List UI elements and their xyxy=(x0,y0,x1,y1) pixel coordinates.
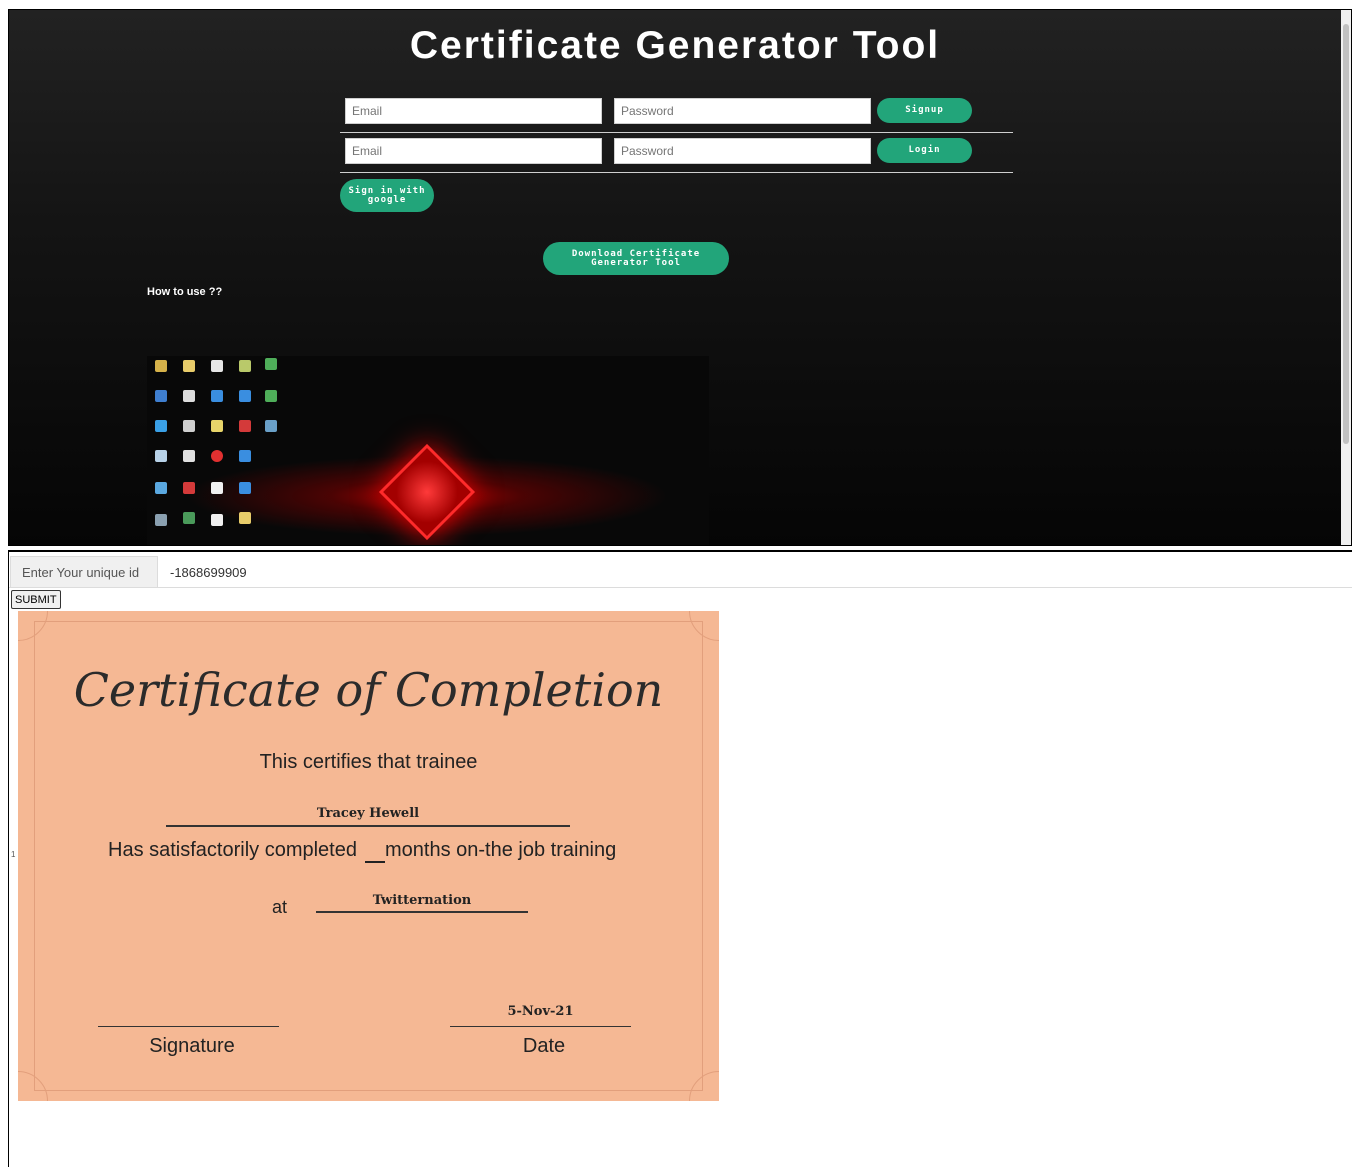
signature-label: Signature xyxy=(149,1035,235,1057)
file-icon xyxy=(211,360,223,372)
app-icon xyxy=(183,512,195,524)
download-tool-button[interactable]: Download Certificate Generator Tool xyxy=(543,242,729,275)
file-icon xyxy=(183,420,195,432)
pdf-icon xyxy=(239,420,251,432)
emblem-icon xyxy=(378,443,476,541)
login-email-input[interactable] xyxy=(345,138,602,164)
signup-button[interactable]: Signup xyxy=(877,98,972,123)
date-label: Date xyxy=(522,1035,566,1057)
at-label: at xyxy=(272,897,288,917)
login-button[interactable]: Login xyxy=(877,138,972,163)
file-icon xyxy=(239,450,251,462)
file-icon xyxy=(239,482,251,494)
folder-icon xyxy=(183,360,195,372)
app-window: Certificate Generator Tool Signup Login … xyxy=(8,9,1352,546)
unique-id-input[interactable] xyxy=(159,556,1349,588)
signup-password-input[interactable] xyxy=(614,98,871,124)
globe-icon xyxy=(265,420,277,432)
completed-text: Has satisfactorily completed xyxy=(108,839,357,861)
youtube-icon xyxy=(211,450,223,462)
months-text: months on-the job training xyxy=(385,839,617,861)
form-divider xyxy=(340,172,1013,173)
folder-icon xyxy=(155,360,167,372)
certificate-subtitle: This certifies that trainee xyxy=(259,751,478,773)
file-icon xyxy=(211,482,223,494)
scrollbar[interactable] xyxy=(1341,10,1351,545)
trainee-name: Tracey Hewell xyxy=(316,806,420,821)
file-icon xyxy=(211,390,223,402)
login-password-input[interactable] xyxy=(614,138,871,164)
file-icon xyxy=(183,450,195,462)
signature-line xyxy=(98,1026,279,1027)
company-underline xyxy=(316,911,528,913)
trainee-underline xyxy=(166,825,570,827)
drive-icon xyxy=(155,514,167,526)
pdf-icon xyxy=(183,482,195,494)
page-title: Certificate Generator Tool xyxy=(409,24,941,67)
months-underline xyxy=(365,861,385,863)
file-icon xyxy=(239,390,251,402)
network-icon xyxy=(155,420,167,432)
company-name: Twitternation xyxy=(372,893,472,908)
spreadsheet-icon xyxy=(265,390,277,402)
recycle-bin-icon xyxy=(155,450,167,462)
page-marker: 1 xyxy=(11,850,16,859)
file-icon xyxy=(211,420,223,432)
folder-icon xyxy=(239,512,251,524)
howto-heading: How to use ?? xyxy=(147,286,223,298)
certificate-title: Certificate of Completion xyxy=(73,663,664,717)
form-divider xyxy=(340,132,1013,133)
file-icon xyxy=(211,514,223,526)
date-line xyxy=(450,1026,631,1027)
scrollbar-thumb[interactable] xyxy=(1343,24,1349,444)
unique-id-row: Enter Your unique id xyxy=(9,556,1352,588)
submit-button[interactable]: SUBMIT xyxy=(11,590,61,609)
google-signin-button[interactable]: Sign in with google xyxy=(340,179,434,212)
unique-id-label: Enter Your unique id xyxy=(10,556,158,588)
spreadsheet-icon xyxy=(265,358,277,370)
file-icon xyxy=(239,360,251,372)
certificate: Certificate of Completion This certifies… xyxy=(18,611,719,1101)
howto-preview-image xyxy=(147,356,709,545)
file-icon xyxy=(183,390,195,402)
control-panel-icon xyxy=(155,482,167,494)
date-value: 5-Nov-21 xyxy=(507,1004,574,1019)
computer-icon xyxy=(155,390,167,402)
certificate-viewer: Enter Your unique id SUBMIT 1 Certificat… xyxy=(8,550,1352,1167)
signup-email-input[interactable] xyxy=(345,98,602,124)
